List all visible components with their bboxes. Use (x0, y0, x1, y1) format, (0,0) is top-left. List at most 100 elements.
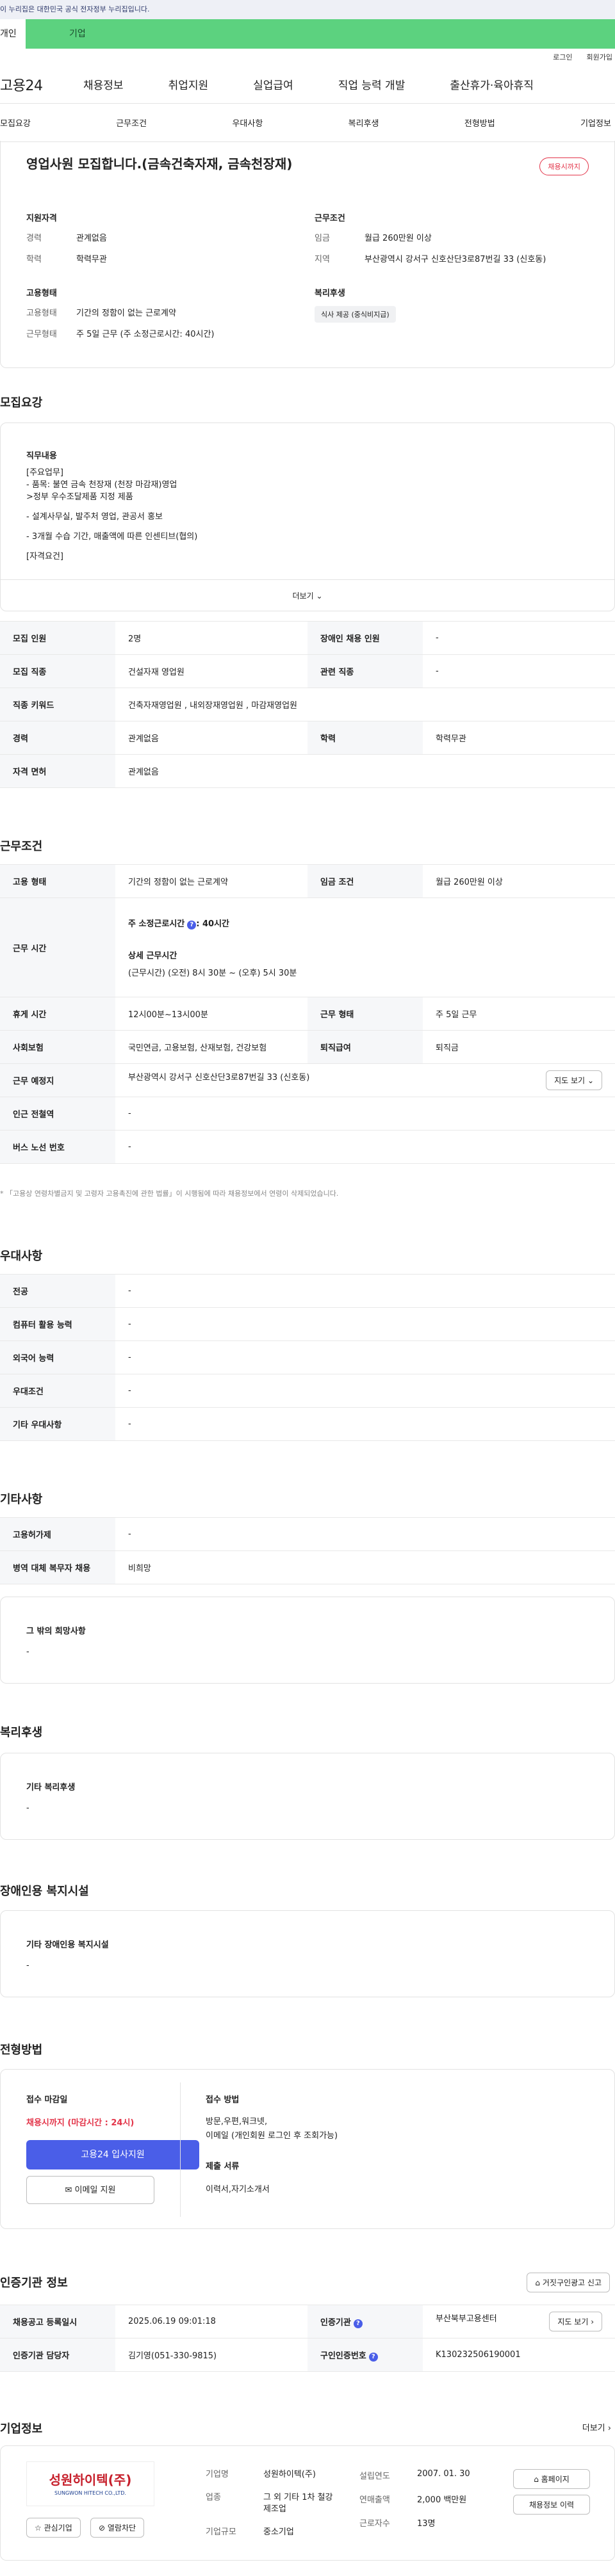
gnb-item-training[interactable]: 직업 능력 개발 (338, 76, 406, 92)
table-row: 근무 예정지 부산광역시 강서구 신호산단3로87번길 33 (신호동) 지도 보기… (0, 1063, 615, 1097)
welfare-title: 복리후생 (0, 1726, 43, 1739)
member-tabbar: 개인 기업 (0, 19, 615, 49)
company-logo: 성원하이텍(주) SUNGWON HITECH CO.,LTD. (26, 2461, 154, 2506)
welfare-label: 복리후생 (315, 289, 345, 298)
row-value: 기간의 정함이 없는 근로계약 (115, 864, 308, 898)
table-row: 고용허가제 - (0, 1517, 615, 1551)
global-nav: 고용24 채용정보 취업지원 실업급여 직업 능력 개발 출산휴가·육아휴직 (0, 65, 615, 104)
duty-more-button[interactable]: 더보기 ⌄ (1, 579, 614, 611)
row-key: 학력 (308, 721, 423, 755)
tab-company[interactable]: 기업 (26, 19, 615, 49)
docs-value: 이력서,자기소개서 (206, 2185, 270, 2194)
subnav-company[interactable]: 기업정보 (580, 117, 611, 129)
table-row: 인근 전철역 - (0, 1097, 615, 1131)
pref-title: 우대사항 (0, 1250, 43, 1263)
num-key-label: 구인인증번호 (320, 2351, 366, 2361)
gnb-item-support[interactable]: 취업지원 (168, 76, 209, 92)
subnav-welfare[interactable]: 복리후생 (348, 117, 379, 129)
gnb-item-leave[interactable]: 출산휴가·육아휴직 (450, 76, 534, 92)
subnav-selection[interactable]: 전형방법 (464, 117, 495, 129)
job-history-button[interactable]: 채용정보 이력 (513, 2495, 590, 2515)
table-row: 자격 면허 관계없음 (0, 754, 615, 788)
map-button[interactable]: 지도 보기 ⌄ (546, 1070, 602, 1090)
table-row: 모집 인원 2명 장애인 채용 인원 - (0, 621, 615, 655)
year-key: 설립연도 (359, 2472, 390, 2481)
region-key: 지역 (315, 255, 330, 264)
table-row: 경력 관계없음 학력 학력무관 (0, 721, 615, 755)
row-key: 근무 형태 (308, 997, 423, 1031)
table-row: 직종 키워드 건축자재영업원 , 내외장재영업원 , 마감재영업원 (0, 688, 615, 721)
agency-map-label: 지도 보기 (557, 2317, 589, 2326)
home-icon: ⌂ (534, 2475, 539, 2484)
table-row: 외국어 능력 - (0, 1340, 615, 1374)
wage-value: 월급 260만원 이상 (365, 234, 432, 243)
row-value: - (423, 654, 615, 688)
help-icon[interactable]: ? (368, 2352, 378, 2362)
gnb-item-jobs[interactable]: 채용정보 (83, 76, 124, 92)
hours-value: 주 소정근로시간?: 40시간 상세 근무시간 (근무시간) (오전) 8시 3… (115, 898, 615, 997)
email-apply-button[interactable]: ✉ 이메일 지원 (26, 2176, 154, 2204)
subnav-recruit[interactable]: 모집요강 (0, 117, 31, 129)
row-value: 비희망 (115, 1550, 615, 1584)
sales-value: 2,000 백만원 (417, 2495, 467, 2505)
hours-week-label: 주 소정근로시간 (128, 919, 185, 929)
table-row: 병역 대체 복무자 채용 비희망 (0, 1550, 615, 1584)
row-value: 퇴직금 (423, 1030, 615, 1064)
hours-detail-value: (근무시간) (오전) 8시 30분 ~ (오후) 5시 30분 (128, 969, 297, 978)
row-value: - (115, 1407, 615, 1441)
row-value: 12시00분~13시00분 (115, 997, 308, 1031)
table-row: 고용 형태 기간의 정함이 없는 근로계약 임금 조건 월급 260만원 이상 (0, 864, 615, 898)
report-button[interactable]: ⌂ 거짓구인광고 신고 (527, 2273, 610, 2292)
block-button[interactable]: ⊘ 열람차단 (90, 2518, 145, 2538)
table-row: 기타 우대사항 - (0, 1407, 615, 1441)
row-value: - (423, 621, 615, 655)
row-key: 근무 시간 (0, 898, 115, 997)
edu-value: 학력무관 (76, 255, 107, 264)
tab-personal[interactable]: 개인 (0, 19, 26, 49)
work-table: 고용 형태 기간의 정함이 없는 근로계약 임금 조건 월급 260만원 이상 근무 … (0, 864, 615, 1164)
duty-label: 직무내용 (26, 451, 57, 461)
worktype-value: 주 5일 근무 (주 소정근로시간: 40시간) (76, 330, 215, 339)
welfare-card-label: 기타 복리후생 (26, 1783, 76, 1792)
subnav-work[interactable]: 근무조건 (116, 117, 147, 129)
email-apply-label: 이메일 지원 (74, 2186, 116, 2195)
chevron-down-icon: ⌄ (587, 1076, 594, 1085)
homepage-button[interactable]: ⌂ 홈페이지 (513, 2469, 590, 2489)
help-icon[interactable]: ? (187, 921, 197, 930)
favorite-button[interactable]: ☆ 관심기업 (26, 2518, 81, 2538)
login-link[interactable]: 로그인 (553, 52, 572, 62)
agency-title: 인증기관 정보 (0, 2276, 68, 2290)
hope-label: 그 밖의 희망사항 (26, 1627, 86, 1636)
subnav-pref[interactable]: 우대사항 (232, 117, 263, 129)
table-row: 사회보험 국민연금, 고용보험, 산재보험, 건강보험 퇴직급여 퇴직금 (0, 1030, 615, 1064)
hope-card: 그 밖의 희망사항 - (0, 1597, 615, 1684)
chevron-down-icon: ⌄ (316, 592, 323, 600)
duty-line: [자격요건] (26, 552, 63, 561)
company-more-link[interactable]: 더보기 › (582, 2421, 611, 2433)
emptype-value: 기간의 정함이 없는 근로계약 (76, 309, 176, 318)
row-value: 학력무관 (423, 721, 615, 755)
row-key: 임금 조건 (308, 864, 423, 898)
disabled-card: 기타 장애인용 복지시설 - (0, 1910, 615, 1997)
gnb-item-unemployment[interactable]: 실업급여 (253, 76, 293, 92)
company-logo-text: 성원하이텍(주) (49, 2472, 132, 2488)
place-value: 부산광역시 강서구 신호산단3로87번길 33 (신호동) (128, 1073, 310, 1083)
agency-map-button[interactable]: 지도 보기 › (549, 2312, 602, 2331)
row-value: - (115, 1097, 615, 1131)
row-key: 컴퓨터 활용 능력 (0, 1307, 115, 1341)
emp-value: 13명 (417, 2519, 436, 2529)
apply-button[interactable]: 고용24 입사지원 (26, 2140, 199, 2169)
row-key: 우대조건 (0, 1374, 115, 1408)
size-value: 중소기업 (263, 2527, 294, 2537)
row-value: 2025.06.19 09:01:18 (115, 2305, 308, 2339)
deadline-value: 채용시까지 (마감시간 : 24시) (26, 2118, 135, 2128)
selection-title: 전형방법 (0, 2043, 43, 2057)
favorite-label: 관심기업 (44, 2524, 72, 2532)
signup-link[interactable]: 회원가입 (587, 52, 612, 62)
help-icon[interactable]: ? (353, 2319, 363, 2328)
site-logo[interactable]: 고용24 (0, 74, 83, 95)
duty-more-label: 더보기 (292, 592, 314, 600)
company-info-right: 설립연도 2007. 01. 30 연매출액 2,000 백만원 근로자수 13명 (359, 2469, 500, 2529)
star-icon: ☆ (35, 2524, 42, 2532)
row-key: 인증기관 담당자 (0, 2338, 115, 2372)
